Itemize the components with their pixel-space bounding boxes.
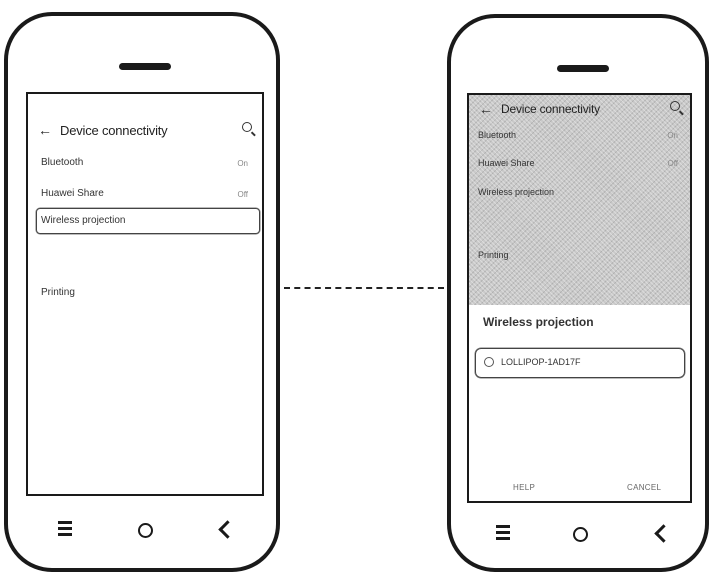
dimmed-overlay — [469, 95, 690, 305]
projection-device-icon — [484, 357, 494, 367]
menu-item-huawei-share: Huawei Share — [478, 158, 535, 168]
home-icon[interactable] — [138, 523, 153, 538]
cancel-button[interactable]: CANCEL — [627, 483, 661, 492]
menu-item-wireless-projection[interactable]: Wireless projection — [41, 215, 125, 226]
menu-item-bluetooth: Bluetooth — [478, 130, 517, 140]
speaker-slot — [119, 63, 171, 70]
menu-item-printing: Printing — [478, 250, 509, 260]
search-icon[interactable] — [670, 101, 680, 111]
left-screen: ← Device connectivity Bluetooth On Huawe… — [26, 92, 264, 496]
search-icon[interactable] — [242, 122, 252, 132]
help-button[interactable]: HELP — [513, 483, 535, 492]
menu-item-bluetooth[interactable]: Bluetooth — [41, 157, 83, 168]
dashed-connector — [284, 287, 444, 289]
huawei-share-status: Off — [237, 190, 248, 199]
header: ← Device connectivity — [469, 95, 690, 123]
home-icon[interactable] — [573, 527, 588, 542]
speaker-slot — [557, 65, 609, 72]
bluetooth-status: On — [667, 131, 678, 140]
dialog-title: Wireless projection — [483, 315, 594, 329]
right-phone: ← Device connectivity Bluetooth On Huawe… — [447, 14, 709, 572]
device-list-item[interactable]: LOLLIPOP-1AD17F — [501, 357, 581, 367]
back-arrow-icon[interactable]: ← — [479, 101, 493, 117]
nav-bar — [58, 521, 72, 537]
menu-item-printing[interactable]: Printing — [41, 287, 75, 298]
menu-icon[interactable] — [58, 521, 72, 537]
menu-item-wireless-projection: Wireless projection — [478, 187, 555, 197]
huawei-share-status: Off — [667, 159, 678, 168]
header: ← Device connectivity — [28, 116, 262, 144]
back-icon[interactable] — [654, 524, 673, 543]
menu-icon[interactable] — [496, 525, 510, 541]
bluetooth-status: On — [237, 159, 248, 168]
left-phone: ← Device connectivity Bluetooth On Huawe… — [4, 12, 280, 572]
page-title: Device connectivity — [501, 102, 600, 116]
back-arrow-icon[interactable]: ← — [38, 122, 52, 138]
back-icon[interactable] — [218, 520, 237, 539]
page-title: Device connectivity — [60, 122, 168, 138]
menu-item-huawei-share[interactable]: Huawei Share — [41, 188, 104, 199]
right-screen: ← Device connectivity Bluetooth On Huawe… — [467, 93, 692, 503]
